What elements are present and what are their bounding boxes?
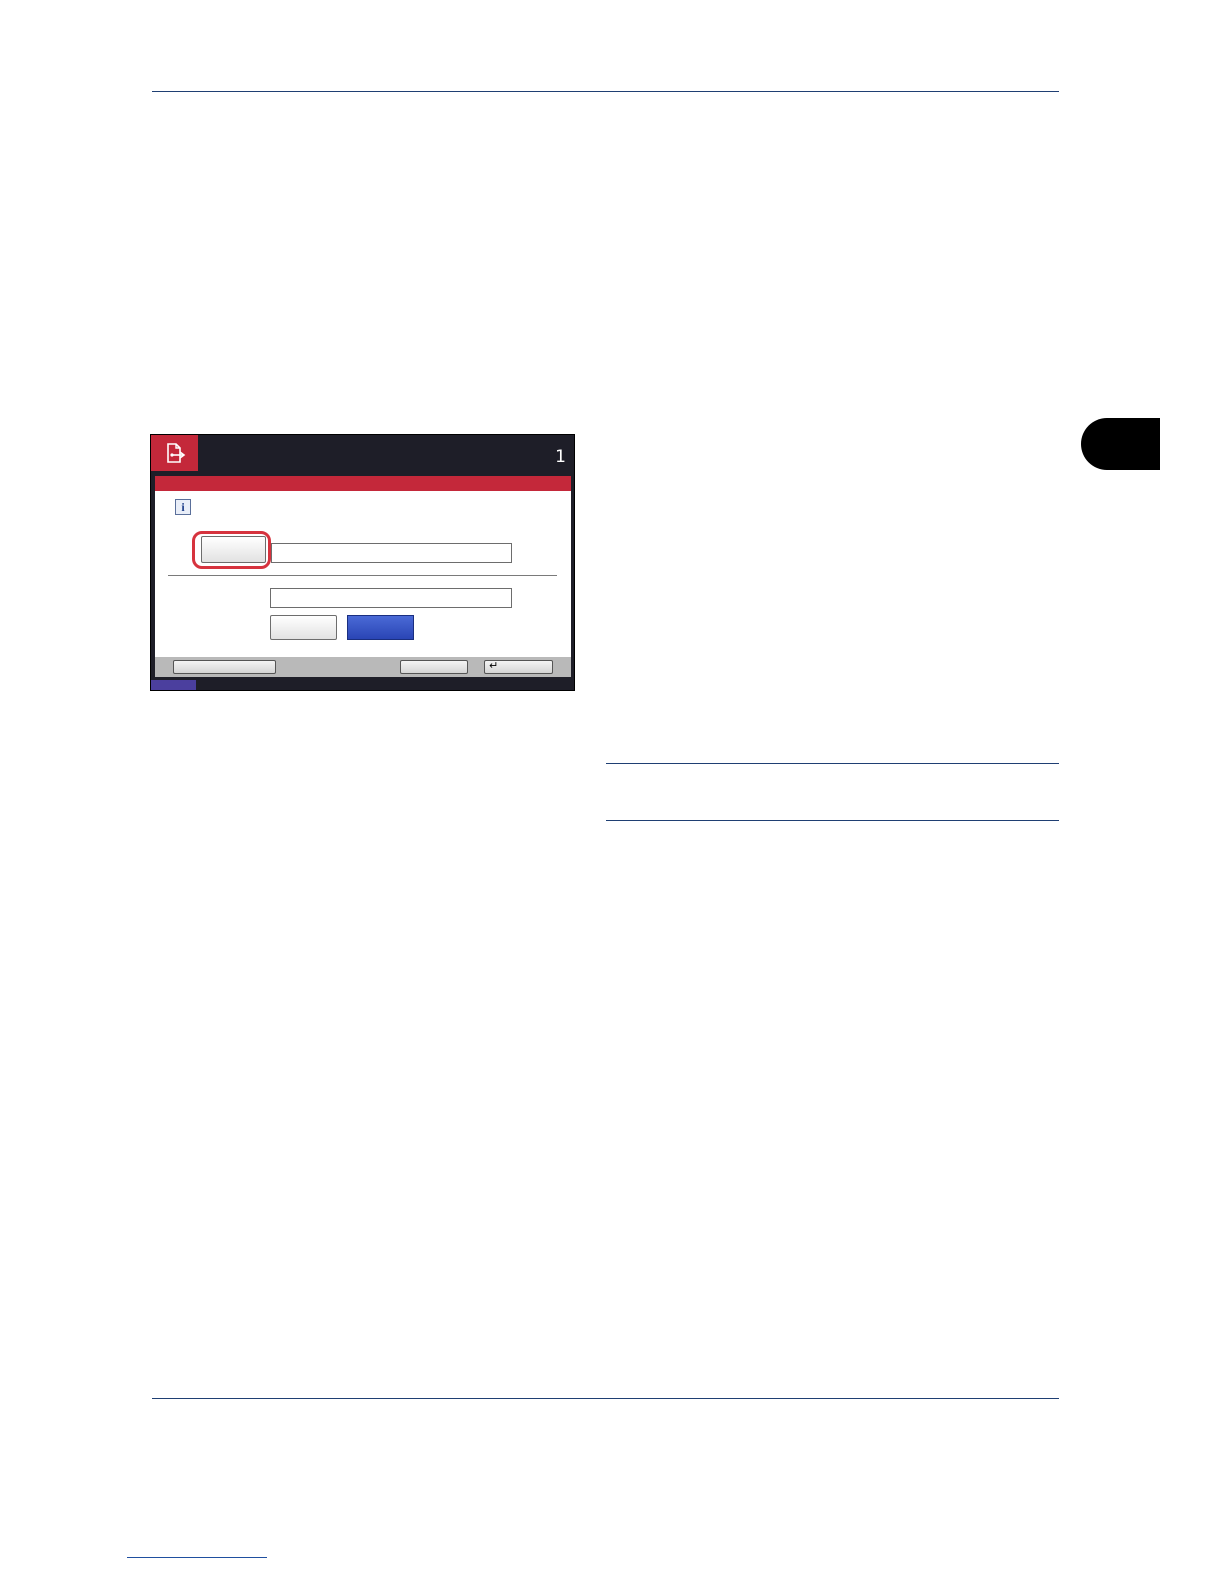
section-divider <box>168 575 557 576</box>
note-rule-top <box>606 763 1059 764</box>
operation-panel-screenshot: 1 i ↵ <box>150 434 575 691</box>
header-rule <box>152 91 1059 92</box>
enter-icon: ↵ <box>489 659 499 672</box>
text-field-secondary[interactable] <box>270 588 512 608</box>
job-count: 1 <box>555 447 566 467</box>
note-rule-bottom <box>606 820 1059 821</box>
footer-middle-button[interactable] <box>400 660 468 674</box>
chapter-tab <box>1081 418 1160 470</box>
dialog-footer: ↵ <box>155 657 571 677</box>
text-field-primary[interactable] <box>271 543 512 563</box>
dialog-body: i <box>155 491 571 657</box>
status-indicator <box>151 680 196 690</box>
highlight-callout <box>192 531 271 569</box>
cancel-button[interactable] <box>270 615 337 640</box>
info-icon: i <box>175 499 191 515</box>
footer-enter-button[interactable]: ↵ <box>484 659 553 674</box>
footer-left-button[interactable] <box>173 660 276 674</box>
ok-button[interactable] <box>347 615 414 640</box>
footer-link-underline[interactable] <box>127 1557 267 1558</box>
footer-rule <box>152 1398 1059 1399</box>
document-send-icon <box>151 435 198 471</box>
dialog-title-bar <box>155 476 571 491</box>
